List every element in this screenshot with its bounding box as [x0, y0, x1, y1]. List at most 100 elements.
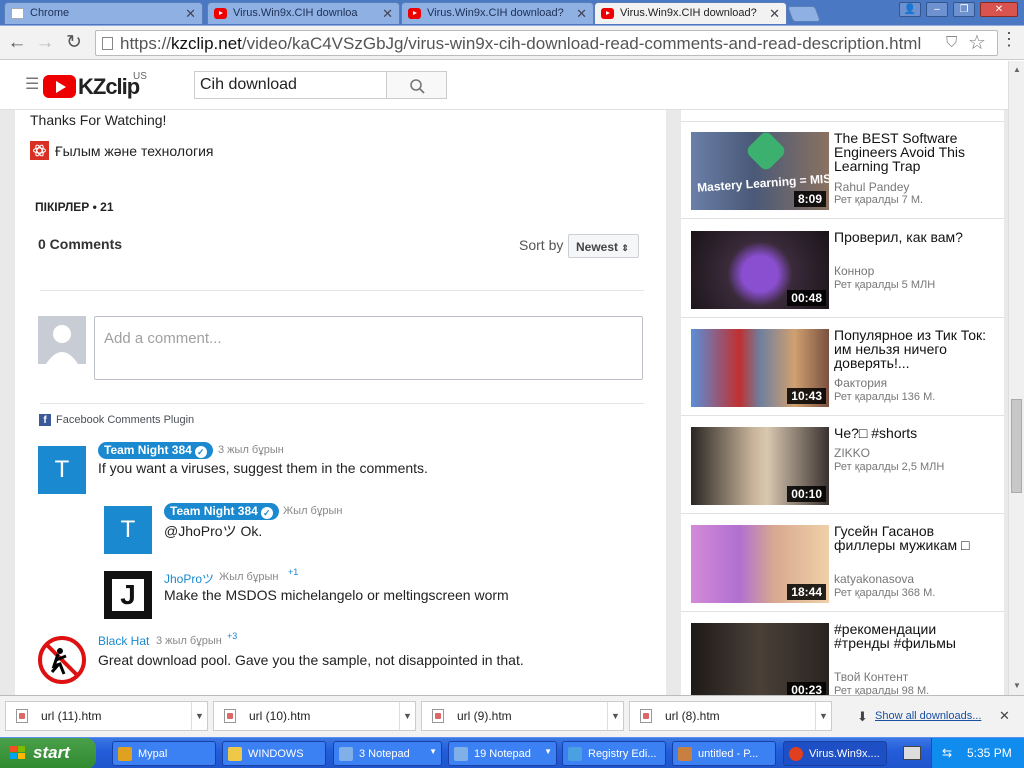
kzclip-logo-icon[interactable]: [43, 75, 76, 98]
scrollbar-thumb[interactable]: [1011, 399, 1022, 493]
taskbar-item-registry-editor[interactable]: Registry Edi...: [562, 741, 666, 766]
close-icon[interactable]: ✕: [769, 6, 780, 22]
chevron-down-icon[interactable]: ▼: [191, 702, 207, 730]
hamburger-menu-icon[interactable]: ☰: [25, 74, 39, 94]
comment-input[interactable]: Add a comment...: [94, 316, 643, 380]
close-icon[interactable]: ✕: [999, 708, 1010, 724]
restore-button[interactable]: ❐: [953, 2, 975, 17]
related-video[interactable]: 00:10 Че?□ #shorts ZIKKO Рет қаралды 2,5…: [681, 416, 1004, 514]
windows-taskbar: start Mypal WINDOWS 3 Notepad ▼ 19 Notepa…: [0, 737, 1024, 768]
comment-author[interactable]: Team Night 384 ✓: [98, 442, 213, 459]
video-title[interactable]: The BEST Software Engineers Avoid This L…: [834, 131, 994, 173]
avatar[interactable]: J: [104, 571, 152, 619]
taskbar-item-mypal[interactable]: Mypal: [112, 741, 216, 766]
video-channel[interactable]: Коннор: [834, 264, 874, 278]
close-icon[interactable]: ✕: [382, 6, 393, 22]
download-item[interactable]: url (10).htm ▼: [213, 701, 416, 731]
avatar[interactable]: [38, 636, 86, 684]
back-button[interactable]: ←: [5, 31, 29, 55]
bookmark-star-icon[interactable]: ☆: [968, 30, 990, 54]
video-thumbnail[interactable]: 00:10: [691, 427, 829, 505]
video-thumbnail[interactable]: Mastery Learning = MISTAKE 8:09: [691, 132, 829, 210]
video-channel[interactable]: katyakonasova: [834, 572, 914, 586]
site-header: ☰ KZclip US Cih download: [0, 61, 1008, 110]
forward-button[interactable]: →: [33, 31, 57, 55]
keyboard-icon[interactable]: [903, 746, 921, 760]
shield-icon[interactable]: ⛉: [946, 34, 962, 52]
video-title[interactable]: Че?□ #shorts: [834, 426, 994, 440]
search-button[interactable]: [386, 71, 447, 99]
related-video[interactable]: 00:48 Проверил, как вам? Коннор Рет қара…: [681, 220, 1004, 318]
clock[interactable]: 5:35 PM: [967, 746, 1012, 760]
divider: [40, 403, 644, 404]
chevron-down-icon: ▼: [429, 747, 437, 756]
tab-chrome[interactable]: Chrome ✕: [4, 2, 203, 24]
comment-placeholder: Add a comment...: [104, 330, 222, 347]
user-icon[interactable]: 👤: [899, 2, 921, 17]
download-item[interactable]: url (9).htm ▼: [421, 701, 624, 731]
tab-virus-2[interactable]: Virus.Win9x.CIH download? ✕: [401, 2, 594, 24]
video-title[interactable]: Проверил, как вам?: [834, 230, 994, 244]
video-thumbnail[interactable]: 18:44: [691, 525, 829, 603]
search-icon: [410, 79, 425, 94]
chevron-down-icon[interactable]: ▼: [607, 702, 623, 730]
video-title[interactable]: #рекомендации #тренды #фильмы: [834, 622, 994, 650]
video-thumbnail[interactable]: 00:23: [691, 623, 829, 695]
site-logo[interactable]: KZclip: [78, 74, 140, 100]
taskbar-item-notepad-group-1[interactable]: 3 Notepad ▼: [333, 741, 442, 766]
video-views: Рет қаралды 368 М.: [834, 587, 936, 599]
video-title[interactable]: Популярное из Тик Ток: им нельзя ничего …: [834, 328, 994, 370]
video-channel[interactable]: ZIKKO: [834, 446, 870, 460]
comment-author[interactable]: JhoProツ: [164, 570, 214, 587]
download-item[interactable]: url (11).htm ▼: [5, 701, 208, 731]
close-icon[interactable]: ✕: [576, 6, 587, 22]
taskbar-label: Mypal: [138, 748, 168, 760]
taskbar-item-notepad-group-2[interactable]: 19 Notepad ▼: [448, 741, 557, 766]
video-thumbnail[interactable]: 00:48: [691, 231, 829, 309]
taskbar-item-browser[interactable]: Virus.Win9x....: [783, 741, 887, 766]
new-tab-button[interactable]: [787, 6, 821, 22]
comment-author[interactable]: Black Hat: [98, 634, 149, 648]
category-link[interactable]: Ғылым және технология: [55, 143, 214, 159]
search-input[interactable]: Cih download: [194, 71, 387, 99]
related-video[interactable]: Mastery Learning = MISTAKE 8:09 The BEST…: [681, 121, 1004, 219]
network-icon[interactable]: ⇆: [942, 746, 958, 760]
video-channel[interactable]: Rahul Pandey: [834, 180, 909, 194]
reload-button[interactable]: ↻: [62, 31, 86, 55]
taskbar-item-paint[interactable]: untitled - P...: [672, 741, 776, 766]
menu-icon[interactable]: ⋮: [1000, 29, 1018, 53]
page-scrollbar[interactable]: ▲ ▼: [1008, 61, 1024, 695]
comment-author[interactable]: Team Night 384 ✓: [164, 503, 279, 520]
video-channel[interactable]: Фактория: [834, 376, 887, 390]
video-thumbnail[interactable]: 10:43: [691, 329, 829, 407]
avatar[interactable]: T: [104, 506, 152, 554]
show-all-downloads-link[interactable]: Show all downloads...: [875, 710, 981, 722]
close-window-button[interactable]: ✕: [980, 2, 1018, 17]
close-icon[interactable]: ✕: [185, 6, 196, 22]
address-bar[interactable]: https://kzclip.net/video/kaC4VSzGbJg/vir…: [95, 30, 998, 56]
start-button[interactable]: start: [0, 738, 96, 768]
sort-select[interactable]: Newest ⇕: [568, 234, 639, 258]
chevron-down-icon[interactable]: ▼: [815, 702, 831, 730]
fb-plugin-link[interactable]: Facebook Comments Plugin: [56, 414, 194, 426]
facebook-icon: f: [39, 414, 51, 426]
scroll-up-icon[interactable]: ▲: [1013, 65, 1021, 74]
related-video[interactable]: 10:43 Популярное из Тик Ток: им нельзя н…: [681, 318, 1004, 416]
video-title[interactable]: Гусейн Гасанов филлеры мужикам □: [834, 524, 994, 552]
download-item[interactable]: url (8).htm ▼: [629, 701, 832, 731]
updown-icon: ⇕: [621, 243, 629, 253]
chevron-down-icon[interactable]: ▼: [399, 702, 415, 730]
avatar[interactable]: T: [38, 446, 86, 494]
comment-time: Жыл бұрын: [283, 505, 343, 517]
tab-virus-active[interactable]: Virus.Win9x.CIH download? ✕: [594, 2, 787, 24]
related-video[interactable]: 18:44 Гусейн Гасанов филлеры мужикам □ k…: [681, 514, 1004, 612]
related-video[interactable]: 00:23 #рекомендации #тренды #фильмы Твой…: [681, 612, 1004, 695]
page-icon: [102, 37, 113, 50]
taskbar-label: untitled - P...: [698, 748, 759, 760]
registry-icon: [568, 747, 582, 761]
minimize-button[interactable]: –: [926, 2, 948, 17]
taskbar-item-windows[interactable]: WINDOWS: [222, 741, 326, 766]
video-channel[interactable]: Твой Контент: [834, 670, 908, 684]
tab-virus-1[interactable]: Virus.Win9x.CIH downloa ✕: [207, 2, 400, 24]
scroll-down-icon[interactable]: ▼: [1013, 681, 1021, 690]
